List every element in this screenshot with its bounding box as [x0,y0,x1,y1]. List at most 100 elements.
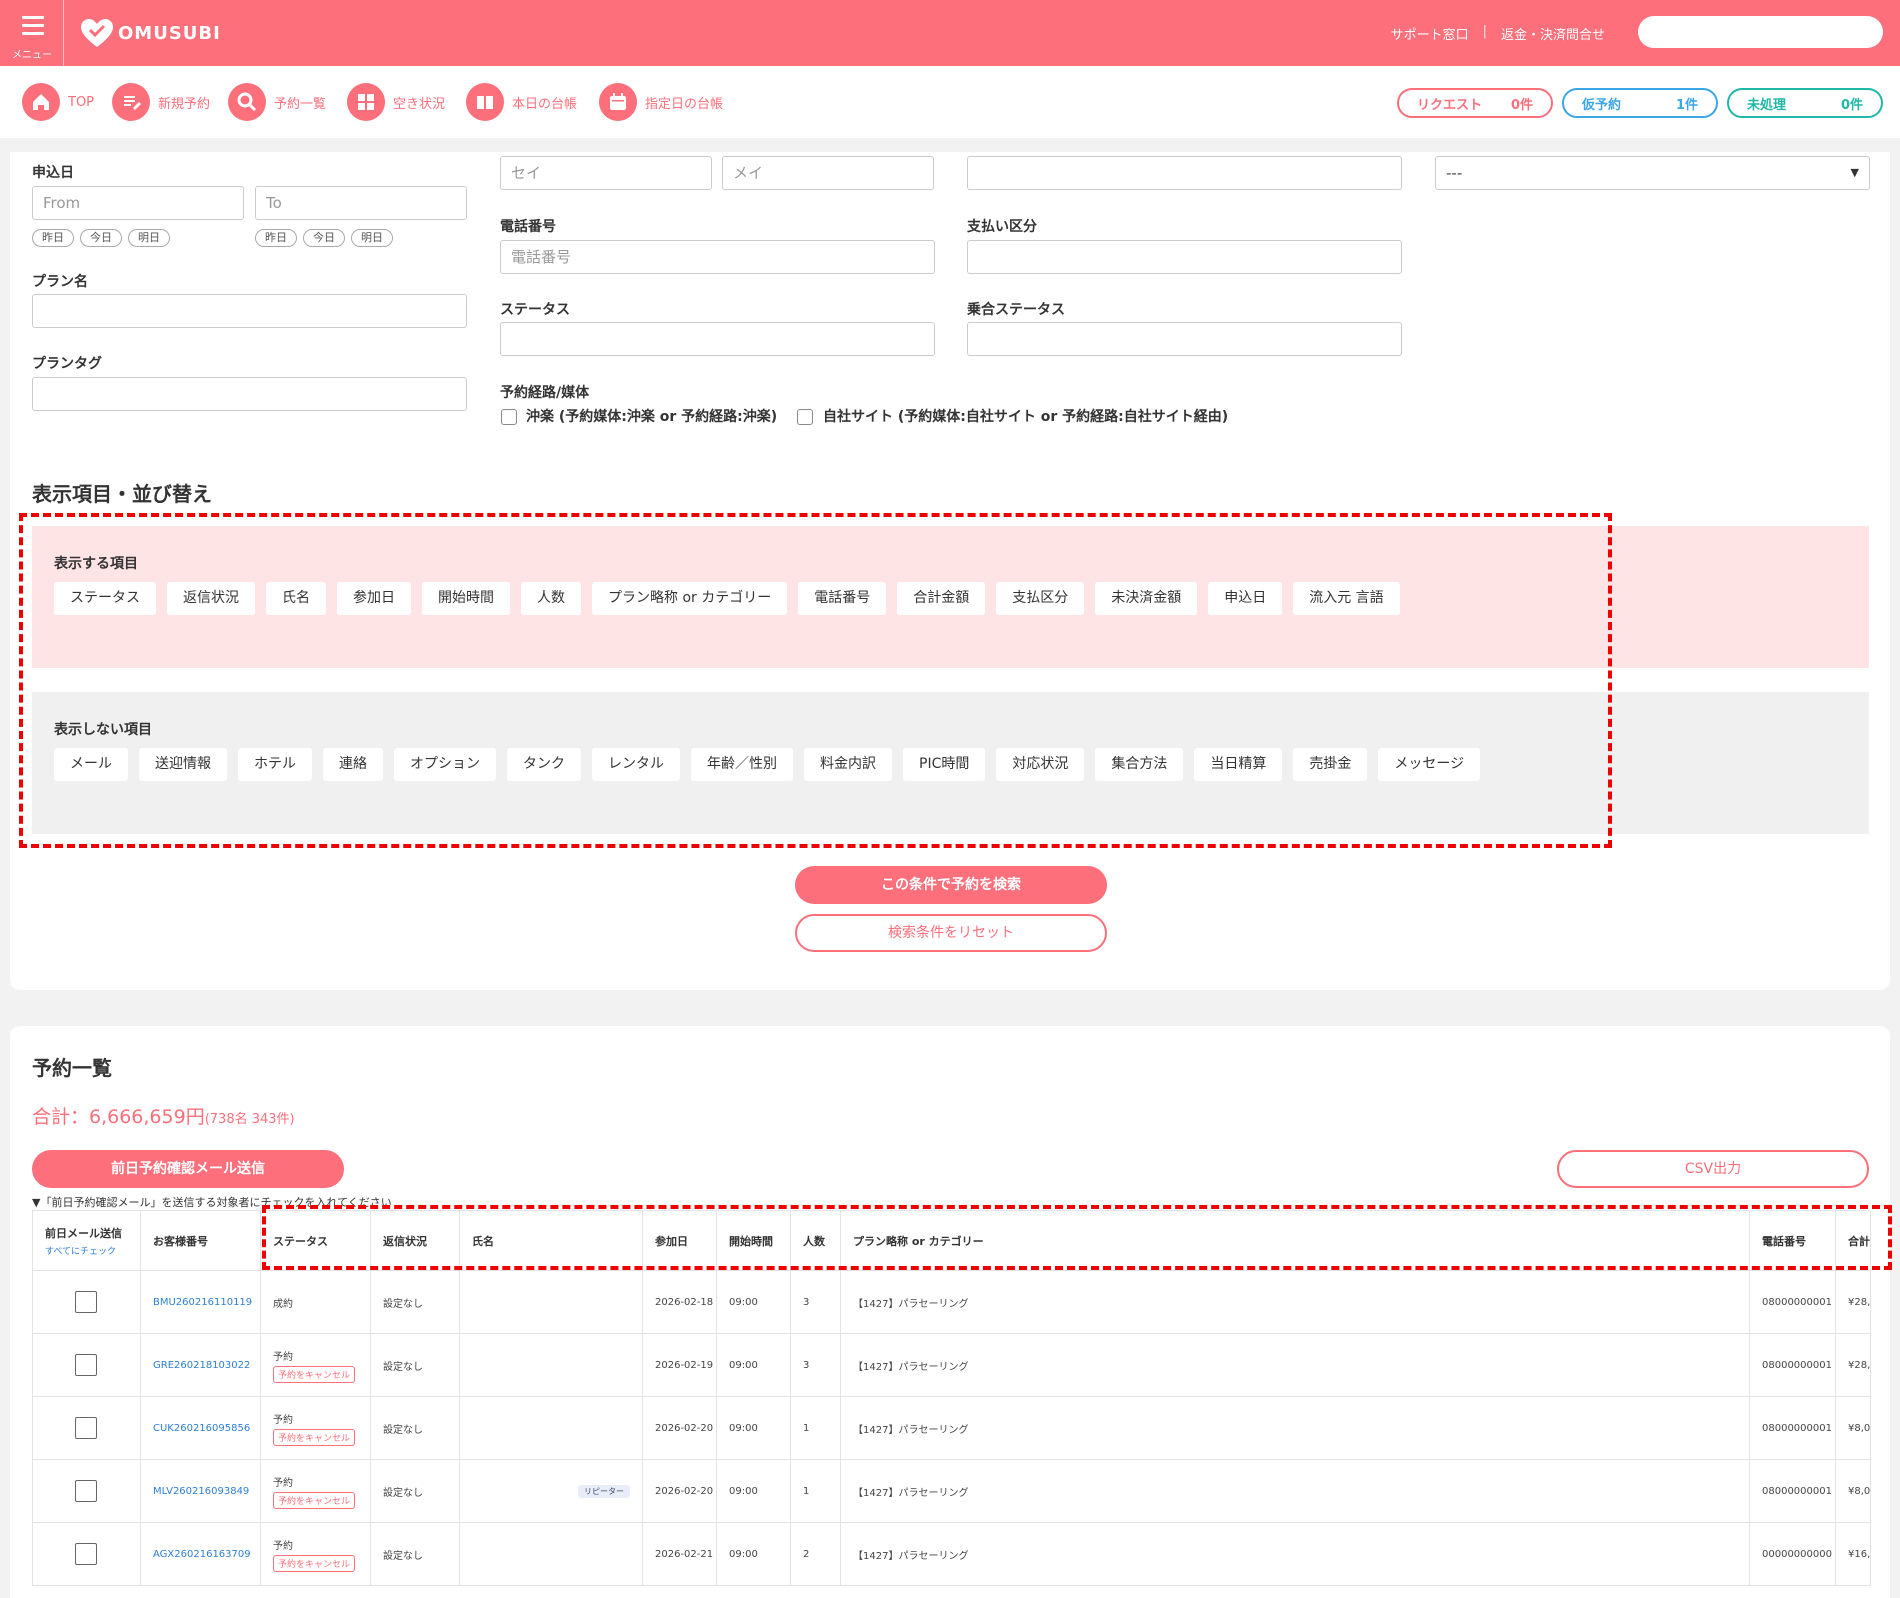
highlight-box-table-header [262,1205,1892,1270]
row-checkbox[interactable] [75,1543,97,1565]
row-checkbox[interactable] [75,1417,97,1439]
plan-name-input[interactable] [32,294,467,328]
table-row: MLV260216093849 予約 予約をキャンセル 設定なし リピーター 20… [32,1459,1871,1523]
reply-cell: 設定なし [370,1270,460,1334]
nav-reservation-list[interactable]: 予約一覧 [228,82,326,122]
plan-tag-input[interactable] [32,377,467,411]
sei-input[interactable]: セイ [500,156,712,190]
status-cell: 予約 予約をキャンセル [260,1522,371,1586]
plan-cell: 【1427】パラセーリング [840,1522,1750,1586]
unprocessed-count-pill[interactable]: 未処理 0件 [1727,88,1883,118]
request-count-pill[interactable]: リクエスト 0件 [1397,88,1553,118]
status-label: ステータス [500,302,570,318]
to-today-button[interactable]: 今日 [303,229,345,247]
row-cell [32,1270,141,1334]
date-cell: 2026-02-19 [642,1333,717,1397]
list-total: 合計：6,666,659円(738名 343件) [32,1102,295,1129]
nav-top[interactable]: TOP [22,82,94,122]
status-text: 予約 [273,1351,293,1363]
date-cell: 2026-02-20 [642,1459,717,1523]
people-cell: 1 [790,1396,841,1460]
row-checkbox[interactable] [75,1480,97,1502]
reply-cell: 設定なし [370,1396,460,1460]
phone-input[interactable]: 電話番号 [500,240,935,274]
total-cell: ¥16, [1835,1522,1871,1586]
status-cell: 予約 予約をキャンセル [260,1459,371,1523]
book-icon [466,83,504,121]
total-cell: ¥8,0 [1835,1396,1871,1460]
nav-label: 本日の台帳 [512,96,578,112]
to-tomorrow-button[interactable]: 明日 [351,229,393,247]
customer-no-link[interactable]: MLV260216093849 [140,1459,261,1523]
route-label: 予約経路/媒体 [500,385,590,401]
pill-label: リクエスト [1417,97,1483,113]
pill-count: 0件 [1840,97,1863,113]
cancel-reservation-button[interactable]: 予約をキャンセル [273,1491,356,1509]
route-own-site-checkbox[interactable] [797,409,813,425]
check-all-link[interactable]: すべてにチェック [45,1244,128,1257]
total-amount: 合計：6,666,659円 [32,1106,205,1128]
customer-no-link[interactable]: GRE260218103022 [140,1333,261,1397]
date-from-input[interactable]: From [32,186,244,220]
repeater-badge: リピーター [578,1484,630,1498]
email-input[interactable] [967,156,1402,190]
send-reminder-mail-button[interactable]: 前日予約確認メール送信 [32,1150,344,1188]
cancel-reservation-button[interactable]: 予約をキャンセル [273,1554,356,1572]
boarding-status-input[interactable] [967,322,1402,356]
cancel-reservation-button[interactable]: 予約をキャンセル [273,1365,356,1383]
col-mail: 前日メール送信 すべてにチェック [32,1210,141,1271]
search-button[interactable]: この条件で予約を検索 [795,866,1107,904]
app-logo[interactable]: OMUSUBI [80,16,221,50]
calendar-icon [599,83,637,121]
customer-no-link[interactable]: CUK260216095856 [140,1396,261,1460]
link-separator: | [1482,24,1487,39]
logo-text: OMUSUBI [118,22,221,44]
start-cell: 09:00 [716,1396,791,1460]
support-link[interactable]: サポート窓口 [1391,24,1469,43]
nav-availability[interactable]: 空き状況 [347,82,445,122]
csv-export-button[interactable]: CSV出力 [1557,1150,1869,1188]
name-cell [459,1522,643,1586]
start-cell: 09:00 [716,1333,791,1397]
payment-input[interactable] [967,240,1402,274]
people-cell: 1 [790,1459,841,1523]
nav-today-ledger[interactable]: 本日の台帳 [466,82,577,122]
from-tomorrow-button[interactable]: 明日 [128,229,170,247]
application-date-label: 申込日 [32,165,74,181]
plan-cell: 【1427】パラセーリング [840,1396,1750,1460]
grid-icon [347,83,385,121]
row-checkbox[interactable] [75,1354,97,1376]
header-search-input[interactable] [1638,16,1883,48]
provisional-count-pill[interactable]: 仮予約 1件 [1562,88,1718,118]
customer-no-link[interactable]: BMU260216110119 [140,1270,261,1334]
status-cell: 成約 [260,1270,371,1334]
cancel-reservation-button[interactable]: 予約をキャンセル [273,1428,356,1446]
highlight-box-display-items [19,513,1612,848]
home-icon [22,83,60,121]
customer-no-link[interactable]: AGX260216163709 [140,1522,261,1586]
from-yesterday-button[interactable]: 昨日 [32,229,74,247]
filter-select[interactable]: --- ▼ [1435,156,1870,190]
top-header: メニュー OMUSUBI サポート窓口 | 返金・決済問合せ [0,0,1900,66]
people-cell: 3 [790,1333,841,1397]
mei-input[interactable]: メイ [722,156,934,190]
row-checkbox[interactable] [75,1291,97,1313]
menu-button[interactable]: メニュー [0,0,64,66]
nav-label: 空き状況 [393,96,446,112]
table-row: GRE260218103022 予約 予約をキャンセル 設定なし 2026-02-… [32,1333,1871,1397]
reply-cell: 設定なし [370,1459,460,1523]
nav-date-ledger[interactable]: 指定日の台帳 [599,82,723,122]
refund-link[interactable]: 返金・決済問合せ [1501,24,1605,43]
nav-new-reservation[interactable]: 新規予約 [112,82,210,122]
route-okiraku-checkbox[interactable] [501,409,517,425]
to-yesterday-button[interactable]: 昨日 [255,229,297,247]
col-customer-no[interactable]: お客様番号 [140,1210,261,1271]
from-today-button[interactable]: 今日 [80,229,122,247]
date-cell: 2026-02-20 [642,1396,717,1460]
status-cell: 予約 予約をキャンセル [260,1396,371,1460]
nav-label: 予約一覧 [274,96,327,112]
status-input[interactable] [500,322,935,356]
date-to-input[interactable]: To [255,186,467,220]
reset-button[interactable]: 検索条件をリセット [795,914,1107,952]
plan-tag-label: プランタグ [32,356,102,372]
